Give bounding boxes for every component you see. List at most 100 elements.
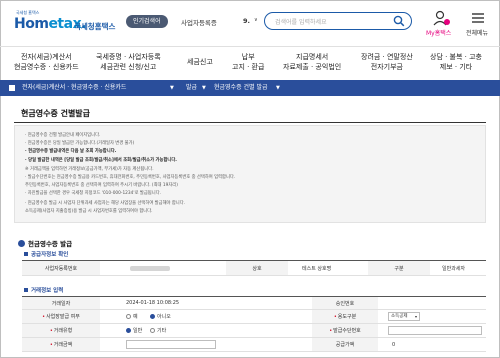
radio-icon[interactable] [150,328,155,333]
issue-section-title: 현금영수증 발급 [18,238,72,248]
search-input[interactable]: 검색어를 입력하세요 [275,17,327,26]
nav-item-certificate[interactable]: 국세증명 · 사업자등록 세금관련 신청/신고 [96,52,161,72]
breadcrumb: 전자(세금)계산서 · 현금영수증 · 신용카드 ▼ 발급 ▼ 현금영수증 건별… [0,80,500,96]
trade-section-title: 거래정보 입력 [24,286,63,294]
means-input[interactable] [388,326,482,335]
header: 국세청 홈택스 Hometax. 국세청홈택스 인기검색어 사업자등록증 9. … [0,0,500,46]
table-row: 사업자등록번호 상호 테스트 상호명 구분 일반과세자 [22,261,486,276]
notice-line: 소득공제(사업자 지출증빙)용 발급 시 사업자번호를 입력하여야 합니다. [25,209,153,214]
issue-section-label: 현금영수증 발급 [28,240,73,248]
table-row: • 거래유형 일반 기타 • 발급수단번호 [22,324,486,338]
nav-item-line1: 국세증명 · 사업자등록 [96,53,161,61]
search-icon[interactable] [393,15,405,27]
breadcrumb-dropdown-icon[interactable]: ▼ [170,80,174,96]
all-menu-button[interactable]: 전체메뉴 [466,10,490,38]
self-issue-label: • 사업장발급 여부 [22,310,100,323]
nav-item-line2: 현금영수증 · 신용카드 [14,63,79,71]
usage-select[interactable]: 소득공제 ▾ [388,312,420,321]
popular-search-pill: 인기검색어 [126,15,168,28]
radio-selected-icon[interactable] [150,314,155,319]
radio-icon[interactable] [126,314,131,319]
trade-date-label: 거래일자 [22,297,100,309]
notice-line: ※ 거래금액을 입력하면 거래정보(공급가액, 부가세)가 자동 계산됩니다. [25,167,154,172]
nav-item-consult[interactable]: 상담 · 불복 · 고충 제보 · 기타 [430,52,482,72]
supply-value: 0 [392,341,396,348]
nav-item-line1: 세금신고 [187,58,213,66]
page-title: 현금영수증 건별발급 [21,109,91,118]
nav-item-line2: 고지 · 환급 [232,63,265,71]
seller-name-label: 상호 [226,261,288,275]
popular-search-term[interactable]: 사업자등록증 [181,17,217,27]
trade-type-general-label: 일반 [133,328,143,334]
nav-item-line2: 제보 · 기타 [439,63,473,71]
nav-item-payment[interactable]: 납부 고지 · 환급 [232,52,264,72]
breadcrumb-dropdown-icon[interactable]: ▼ [202,80,206,96]
blurred-value [130,265,170,271]
nav-item-incentive[interactable]: 장려금 · 연말정산 전자기부금 [361,52,413,72]
notice-line: · 발급수단번호는 현금영수증 발급용 카드번호, 휴대전화번호, 주민등록번호… [25,175,236,180]
bullet-icon [24,288,28,292]
nav-item-line1: 상담 · 불복 · 고충 [430,53,482,61]
trade-type-label: • 거래유형 [22,324,100,337]
seller-type-label: 구분 [368,261,430,275]
usage-label: • 용도구분 [312,310,378,323]
hometax-logo[interactable]: 국세청 홈택스 Hometax. 국세청홈택스 [14,10,116,36]
nav-item-line2: 세금관련 신청/신고 [100,63,157,71]
bullet-icon [24,252,28,256]
section-bullet-icon [18,240,25,247]
search-box[interactable]: 검색어를 입력하세요 [264,12,412,30]
nav-item-line1: 장려금 · 연말정산 [361,53,413,61]
trade-type-text: 거래유형 [53,328,73,334]
means-label: • 발급수단번호 [312,324,378,337]
notice-line: · 자진발급을 선택한 경우 국세청 지정코드 '010-000-1234'로 … [25,191,162,196]
home-icon[interactable] [9,85,15,91]
all-menu-label: 전체메뉴 [466,30,489,37]
nav-item-line1: 지급명세서 [296,53,329,61]
self-issue-no[interactable]: 아니오 [150,310,171,323]
required-mark: • [49,341,53,348]
approval-label: 승인번호 [312,297,378,309]
chevron-down-icon[interactable]: ∨ [254,17,258,23]
seller-section-label: 공급자정보 확인 [31,252,69,258]
my-hometax-button[interactable]: My홈택스 [426,10,452,38]
breadcrumb-item-current[interactable]: 현금영수증 건별 발급 [214,80,268,96]
seller-type-value: 일반과세자 [442,265,466,272]
notice-line: · 당일 발급한 내역은 [당일 발급 조회/발급/취소]에서 조회/발급/취소… [25,158,177,163]
required-mark: • [329,327,333,334]
trade-table: 거래일자 2024-01-18 10:08:25 승인번호 • 사업장발급 여부 … [22,296,486,358]
amount-input[interactable] [126,340,216,349]
trade-section-label: 거래정보 입력 [31,288,64,294]
chevron-down-icon: ▾ [414,314,417,319]
amount-text: 거래금액 [53,342,73,348]
logo-nts: 국세청홈택스 [74,22,116,31]
table-row: • 사업장발급 여부 예 아니오 • 용도구분 소득공제 ▾ [22,310,486,324]
nav-item-line2: 자료제출 · 공익법인 [283,63,342,71]
trade-date-value: 2024-01-18 10:08:25 [126,300,180,306]
self-issue-yes[interactable]: 예 [126,310,138,323]
logo-hom: Hom [14,16,49,32]
nav-item-einvoice[interactable]: 전자(세금)계산서 현금영수증 · 신용카드 [14,52,79,72]
notice-line: · 현금영수증 발급내역은 다음 날 조회 가능합니다. [25,149,117,154]
breadcrumb-item-einvoice[interactable]: 전자(세금)계산서 · 현금영수증 · 신용카드 [22,80,126,96]
main-nav: 전자(세금)계산서 현금영수증 · 신용카드 국세증명 · 사업자등록 세금관련… [0,46,500,78]
nav-item-statement[interactable]: 지급명세서 자료제출 · 공익법인 [283,52,341,72]
nav-item-tax-return[interactable]: 세금신고 [187,57,213,67]
breadcrumb-item-issue[interactable]: 발급 [186,80,197,96]
trade-type-other-label: 기타 [157,328,167,334]
usage-value: 소득공제 [391,314,408,319]
required-mark: • [333,313,337,320]
trade-type-general[interactable]: 일반 [126,324,142,337]
seller-table: 사업자등록번호 상호 테스트 상호명 구분 일반과세자 [22,260,486,276]
supply-label: 공급가액 [312,338,378,351]
breadcrumb-dropdown-icon[interactable]: ▼ [276,80,280,96]
notice-line: · 현금영수증은 당일 발급만 가능합니다.(거래일자 변경 불가) [25,141,135,146]
title-divider [14,122,486,123]
seller-bizno-value [130,261,170,275]
trade-type-other[interactable]: 기타 [150,324,166,337]
nav-item-line1: 전자(세금)계산서 [21,53,72,61]
radio-selected-icon[interactable] [126,328,131,333]
user-icon [433,10,450,26]
table-row: 거래일자 2024-01-18 10:08:25 승인번호 [22,297,486,310]
my-hometax-label: My홈택스 [426,30,452,37]
notice-line: · 현금영수증 발급 시 사업자 단위과세 사업자는 해당 사업장을 선택하여 … [25,201,186,206]
